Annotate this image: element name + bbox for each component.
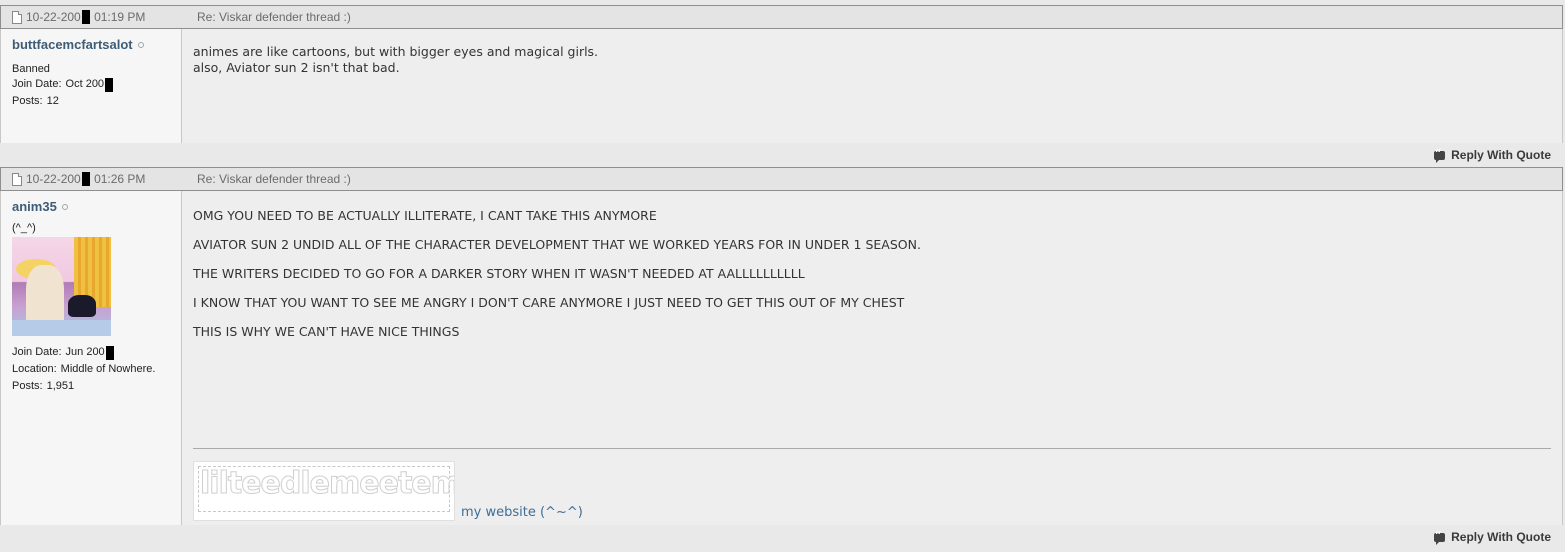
post-date: 10-22-200 01:26 PM — [1, 172, 187, 186]
location-label: Location: — [12, 363, 57, 375]
post-header: 10-22-200 01:26 PM Re: Viskar defender t… — [0, 167, 1563, 191]
post-message: animes are like cartoons, but with bigge… — [182, 29, 1562, 143]
signature: lilteedlemeetem my website (^~^) — [193, 461, 583, 521]
username-link[interactable]: anim35 — [12, 199, 181, 214]
location-row: Location: Middle of Nowhere. — [12, 361, 181, 378]
redaction-block — [105, 77, 114, 92]
date-text: 10-22-200 — [26, 172, 81, 186]
redaction-block — [81, 10, 90, 24]
posts-count-row: Posts: 1,951 — [12, 378, 181, 395]
banner-text: lilteedlemeetem — [200, 466, 455, 501]
reply-with-quote-label[interactable]: Reply With Quote — [1451, 530, 1551, 544]
signature-banner-image[interactable]: lilteedlemeetem — [193, 461, 455, 521]
message-line: OMG YOU NEED TO BE ACTUALLY ILLITERATE, … — [193, 208, 657, 223]
post-title: Re: Viskar defender thread :) — [197, 10, 351, 24]
user-title: Banned — [12, 63, 50, 75]
offline-status-icon — [137, 41, 144, 48]
post-1: 10-22-200 01:19 PM Re: Viskar defender t… — [0, 5, 1563, 167]
post-message: OMG YOU NEED TO BE ACTUALLY ILLITERATE, … — [182, 191, 1562, 525]
message-line: THIS IS WHY WE CAN'T HAVE NICE THINGS — [193, 324, 460, 339]
signature-divider — [193, 448, 1551, 449]
post-title: Re: Viskar defender thread :) — [197, 172, 351, 186]
posts-count-value: 1,951 — [46, 380, 75, 392]
quote-icon — [1434, 147, 1446, 163]
join-date-label: Join Date: — [12, 346, 62, 358]
join-date-value: Oct 200 — [65, 78, 105, 90]
message-line: also, Aviator sun 2 isn't that bad. — [193, 60, 400, 75]
reply-with-quote-button[interactable]: Reply With Quote — [1434, 147, 1551, 163]
join-date-row: Join Date: Oct 200 — [12, 76, 181, 93]
user-info: buttfacemcfartsalot Banned Join Date: Oct… — [1, 29, 182, 143]
post-footer: Reply With Quote — [0, 525, 1563, 549]
avatar-floor — [12, 320, 111, 336]
post-header: 10-22-200 01:19 PM Re: Viskar defender t… — [0, 5, 1563, 29]
user-stats: Join Date: Jun 200 Location: Middle of Now… — [12, 344, 181, 395]
message-line: AVIATOR SUN 2 UNDID ALL OF THE CHARACTER… — [193, 237, 921, 252]
posts-count-row: Posts: 12 — [12, 93, 181, 110]
user-info: anim35 (^_^) Join Date: Jun 200 Location:… — [1, 191, 182, 525]
document-icon — [12, 172, 22, 186]
posts-count-label: Posts: — [12, 380, 43, 392]
redaction-block — [81, 172, 90, 186]
post-footer: Reply With Quote — [0, 143, 1563, 167]
reply-with-quote-button[interactable]: Reply With Quote — [1434, 529, 1551, 545]
post-body: buttfacemcfartsalot Banned Join Date: Oct… — [0, 29, 1563, 143]
posts-count-label: Posts: — [12, 95, 43, 107]
date-text: 10-22-200 — [26, 10, 81, 24]
username-text[interactable]: buttfacemcfartsalot — [12, 37, 133, 52]
signature-link[interactable]: my website (^~^) — [461, 505, 583, 521]
post-date: 10-22-200 01:19 PM — [1, 10, 187, 24]
join-date-value: Jun 200 — [65, 346, 105, 358]
post-body: anim35 (^_^) Join Date: Jun 200 Location:… — [0, 191, 1563, 525]
quote-icon — [1434, 529, 1446, 545]
username-link[interactable]: buttfacemcfartsalot — [12, 37, 181, 52]
avatar-figure — [26, 265, 64, 325]
user-title: (^_^) — [12, 222, 36, 234]
join-date-row: Join Date: Jun 200 — [12, 344, 181, 361]
post-2: 10-22-200 01:26 PM Re: Viskar defender t… — [0, 167, 1563, 549]
join-date-label: Join Date: — [12, 78, 62, 90]
user-avatar[interactable] — [12, 237, 111, 336]
message-line: THE WRITERS DECIDED TO GO FOR A DARKER S… — [193, 266, 805, 281]
message-line: I KNOW THAT YOU WANT TO SEE ME ANGRY I D… — [193, 295, 905, 310]
time-text: 01:26 PM — [94, 172, 146, 186]
location-value: Middle of Nowhere. — [60, 363, 156, 375]
offline-status-icon — [61, 203, 68, 210]
message-line: animes are like cartoons, but with bigge… — [193, 44, 599, 59]
username-text[interactable]: anim35 — [12, 199, 57, 214]
document-icon — [12, 10, 22, 24]
redaction-block — [105, 345, 114, 360]
reply-with-quote-label[interactable]: Reply With Quote — [1451, 148, 1551, 162]
time-text: 01:19 PM — [94, 10, 146, 24]
avatar-cat — [68, 295, 96, 317]
user-stats: Join Date: Oct 200 Posts: 12 — [12, 76, 181, 110]
posts-count-value: 12 — [46, 95, 59, 107]
